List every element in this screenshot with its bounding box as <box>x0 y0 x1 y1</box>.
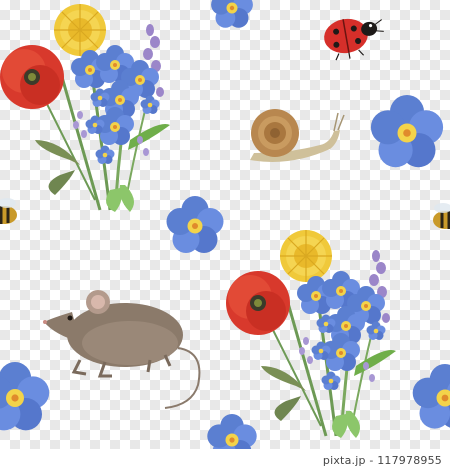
forget-me-not-icon <box>370 95 444 168</box>
bee-icon <box>0 196 19 226</box>
bouquet-icon <box>226 230 396 438</box>
bouquet-icon <box>0 4 170 212</box>
bee-icon <box>431 201 450 231</box>
forget-me-not-icon <box>166 196 224 253</box>
forget-me-not-icon <box>0 362 50 431</box>
pattern-canvas: pixta.jp - 117978955 <box>0 0 450 469</box>
forget-me-not-icon <box>211 0 253 28</box>
mouse-icon <box>43 290 201 409</box>
snail-icon <box>250 109 345 162</box>
watermark-bar: pixta.jp - 117978955 <box>0 449 450 469</box>
forget-me-not-icon <box>412 364 450 429</box>
watermark-text: pixta.jp - 117978955 <box>322 454 442 467</box>
botanical-illustration <box>0 0 450 464</box>
ladybug-icon <box>324 18 384 61</box>
